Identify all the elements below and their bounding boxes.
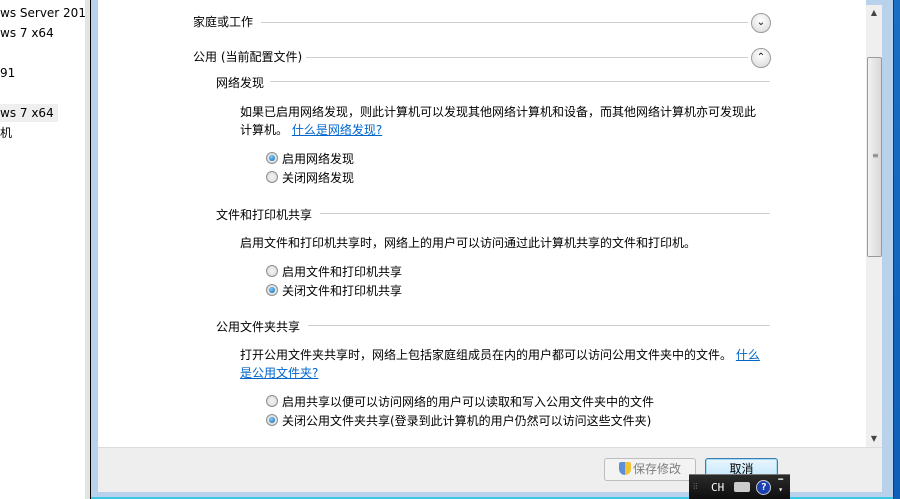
options-icon[interactable]: ▔ ▾	[778, 480, 783, 494]
radio-label: 启用共享以便可以访问网络的用户可以读取和写入公用文件夹中的文件	[282, 394, 655, 409]
what-is-public-folder-link[interactable]: 是公用文件夹?	[240, 366, 318, 380]
what-is-public-folder-link[interactable]: 什么	[736, 348, 760, 362]
divider	[320, 213, 770, 214]
description: 打开公用文件夹共享时，网络上包括家庭组成员在内的用户都可以访问公用文件夹中的文件…	[240, 346, 760, 364]
collapse-public-button[interactable]: ⌃	[751, 48, 771, 68]
description: 启用文件和打印机共享时，网络上的用户可以访问通过此计算机共享的文件和打印机。	[240, 234, 696, 252]
radio-disable-public-folder-sharing[interactable]: 关闭公用文件夹共享(登录到此计算机的用户仍然可以访问这些文件夹)	[266, 412, 651, 428]
radio-enable-public-folder-sharing[interactable]: 启用共享以便可以访问网络的用户可以读取和写入公用文件夹中的文件	[266, 393, 654, 409]
scroll-down-arrow-icon[interactable]: ▼	[866, 431, 882, 447]
description-text: 启用文件和打印机共享时，网络上的用户可以访问通过此计算机共享的文件和打印机。	[240, 236, 697, 250]
description-text: 打开公用文件夹共享时，网络上包括家庭组成员在内的用户都可以访问公用文件夹中的文件…	[240, 348, 733, 362]
save-changes-button[interactable]: 保存修改	[604, 458, 696, 481]
radio-button[interactable]	[266, 265, 278, 277]
description-text: 计算机。	[240, 123, 289, 137]
radio-label: 关闭网络发现	[282, 170, 355, 185]
radio-disable-network-discovery[interactable]: 关闭网络发现	[266, 169, 354, 185]
scroll-up-arrow-icon[interactable]: ▲	[866, 5, 882, 21]
language-bar: ⁞⁞ CH ? ▔ ▾	[689, 474, 790, 499]
radio-label: 关闭文件和打印机共享	[282, 283, 403, 298]
navigation-pane: ws Server 2012 ws 7 x64 91 ws 7 x64 机	[0, 0, 85, 499]
nav-item[interactable]: 机	[0, 124, 12, 142]
section-title-home: 家庭或工作	[193, 15, 254, 29]
divider	[308, 325, 770, 326]
description: 计算机。 什么是网络发现?	[240, 121, 382, 139]
subsection-title: 公用文件夹共享	[216, 320, 301, 334]
description-text: 如果已启用网络发现，则此计算机可以发现其他网络计算机和设备，而其他网络计算机亦可…	[240, 105, 757, 119]
radio-disable-file-printer-sharing[interactable]: 关闭文件和打印机共享	[266, 282, 402, 298]
divider	[261, 22, 748, 23]
grip-icon: ≡	[872, 151, 879, 160]
vertical-scrollbar[interactable]: ▲ ≡ ▼	[866, 5, 882, 447]
what-is-network-discovery-link[interactable]: 什么是网络发现?	[292, 123, 382, 137]
button-label: 保存修改	[632, 462, 681, 476]
subsection-title: 网络发现	[216, 76, 265, 90]
divider	[270, 81, 770, 82]
nav-item[interactable]: ws 7 x64	[0, 24, 54, 42]
desktop-background	[893, 0, 900, 499]
radio-button[interactable]	[266, 171, 278, 183]
scrollbar-thumb[interactable]: ≡	[867, 57, 882, 257]
drag-handle-icon[interactable]: ⁞⁞	[693, 483, 705, 491]
help-icon[interactable]: ?	[756, 479, 772, 495]
divider	[306, 57, 748, 58]
subsection-title: 文件和打印机共享	[216, 208, 313, 222]
nav-item[interactable]: ws Server 2012	[0, 4, 85, 22]
language-indicator[interactable]: CH	[711, 481, 724, 494]
radio-button-checked[interactable]	[266, 414, 278, 426]
radio-label: 关闭公用文件夹共享(登录到此计算机的用户仍然可以访问这些文件夹)	[282, 413, 652, 428]
chevron-down-icon: ⌄	[756, 17, 766, 28]
keyboard-icon[interactable]	[734, 482, 751, 492]
chevron-up-icon: ⌃	[756, 52, 766, 63]
radio-button-checked[interactable]	[266, 152, 278, 164]
radio-enable-network-discovery[interactable]: 启用网络发现	[266, 150, 354, 166]
nav-item[interactable]: 91	[0, 64, 15, 82]
uac-shield-icon	[618, 462, 631, 475]
description: 如果已启用网络发现，则此计算机可以发现其他网络计算机和设备，而其他网络计算机亦可…	[240, 103, 756, 121]
sharing-settings-panel: 家庭或工作 ⌄ 公用 (当前配置文件) ⌃ 网络发现 如果已启用网络发现，则此计…	[98, 0, 866, 447]
nav-item-selected[interactable]: ws 7 x64	[0, 104, 58, 122]
section-title-public: 公用 (当前配置文件)	[193, 50, 303, 64]
radio-button[interactable]	[266, 395, 278, 407]
radio-enable-file-printer-sharing[interactable]: 启用文件和打印机共享	[266, 263, 402, 279]
radio-label: 启用文件和打印机共享	[282, 264, 403, 279]
radio-button-checked[interactable]	[266, 284, 278, 296]
expand-home-button[interactable]: ⌄	[751, 13, 771, 33]
description: 是公用文件夹?	[240, 364, 318, 382]
radio-label: 启用网络发现	[282, 151, 355, 166]
